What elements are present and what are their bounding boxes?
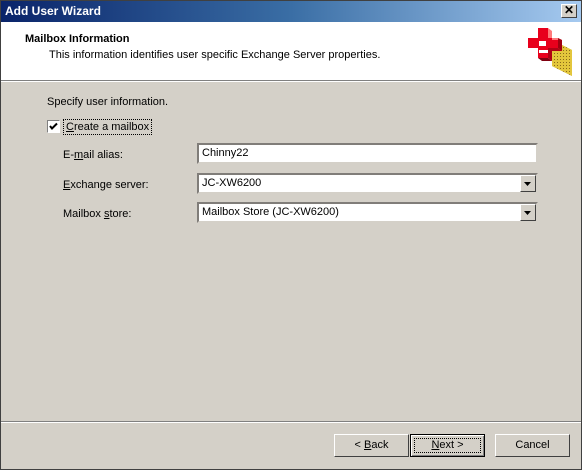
exchange-server-value: JC-XW6200 [202, 177, 262, 189]
title-bar[interactable]: Add User Wizard ✕ [1, 1, 581, 22]
mailbox-store-value: Mailbox Store (JC-XW6200) [202, 206, 339, 218]
instruction-text: Specify user information. [47, 96, 169, 108]
label-text: reate a mailbox [73, 121, 150, 133]
email-alias-input[interactable]: Chinny22 [197, 143, 538, 164]
wizard-header: Mailbox Information This information ide… [1, 22, 581, 80]
chevron-down-icon [524, 182, 531, 186]
window-title: Add User Wizard [5, 4, 101, 18]
create-mailbox-label[interactable]: Create a mailbox [63, 119, 153, 135]
mailbox-store-label: Mailbox store: [63, 208, 132, 220]
cancel-button[interactable]: Cancel [495, 434, 570, 457]
exchange-server-dropdown-button[interactable] [520, 175, 536, 192]
close-icon: ✕ [563, 3, 575, 17]
mailbox-store-dropdown-button[interactable] [520, 204, 536, 221]
accelerator-key: C [66, 121, 74, 133]
back-button[interactable]: < Back [334, 434, 409, 457]
mailbox-store-select[interactable]: Mailbox Store (JC-XW6200) [197, 202, 538, 223]
exchange-wizard-icon [528, 28, 572, 76]
create-mailbox-checkbox[interactable] [47, 120, 60, 133]
exchange-server-select[interactable]: JC-XW6200 [197, 173, 538, 194]
page-subtitle: This information identifies user specifi… [49, 49, 381, 61]
chevron-down-icon [524, 211, 531, 215]
add-user-wizard-window: Add User Wizard ✕ Mailbox Information Th… [0, 0, 582, 470]
footer-divider-highlight [1, 422, 581, 423]
next-button[interactable]: Next > [410, 434, 485, 457]
close-button[interactable]: ✕ [561, 4, 577, 18]
email-alias-label: E-mail alias: [63, 149, 123, 161]
header-divider-highlight [1, 81, 581, 82]
page-title: Mailbox Information [25, 33, 130, 45]
exchange-server-label: Exchange server: [63, 179, 149, 191]
checkmark-icon [49, 122, 58, 130]
